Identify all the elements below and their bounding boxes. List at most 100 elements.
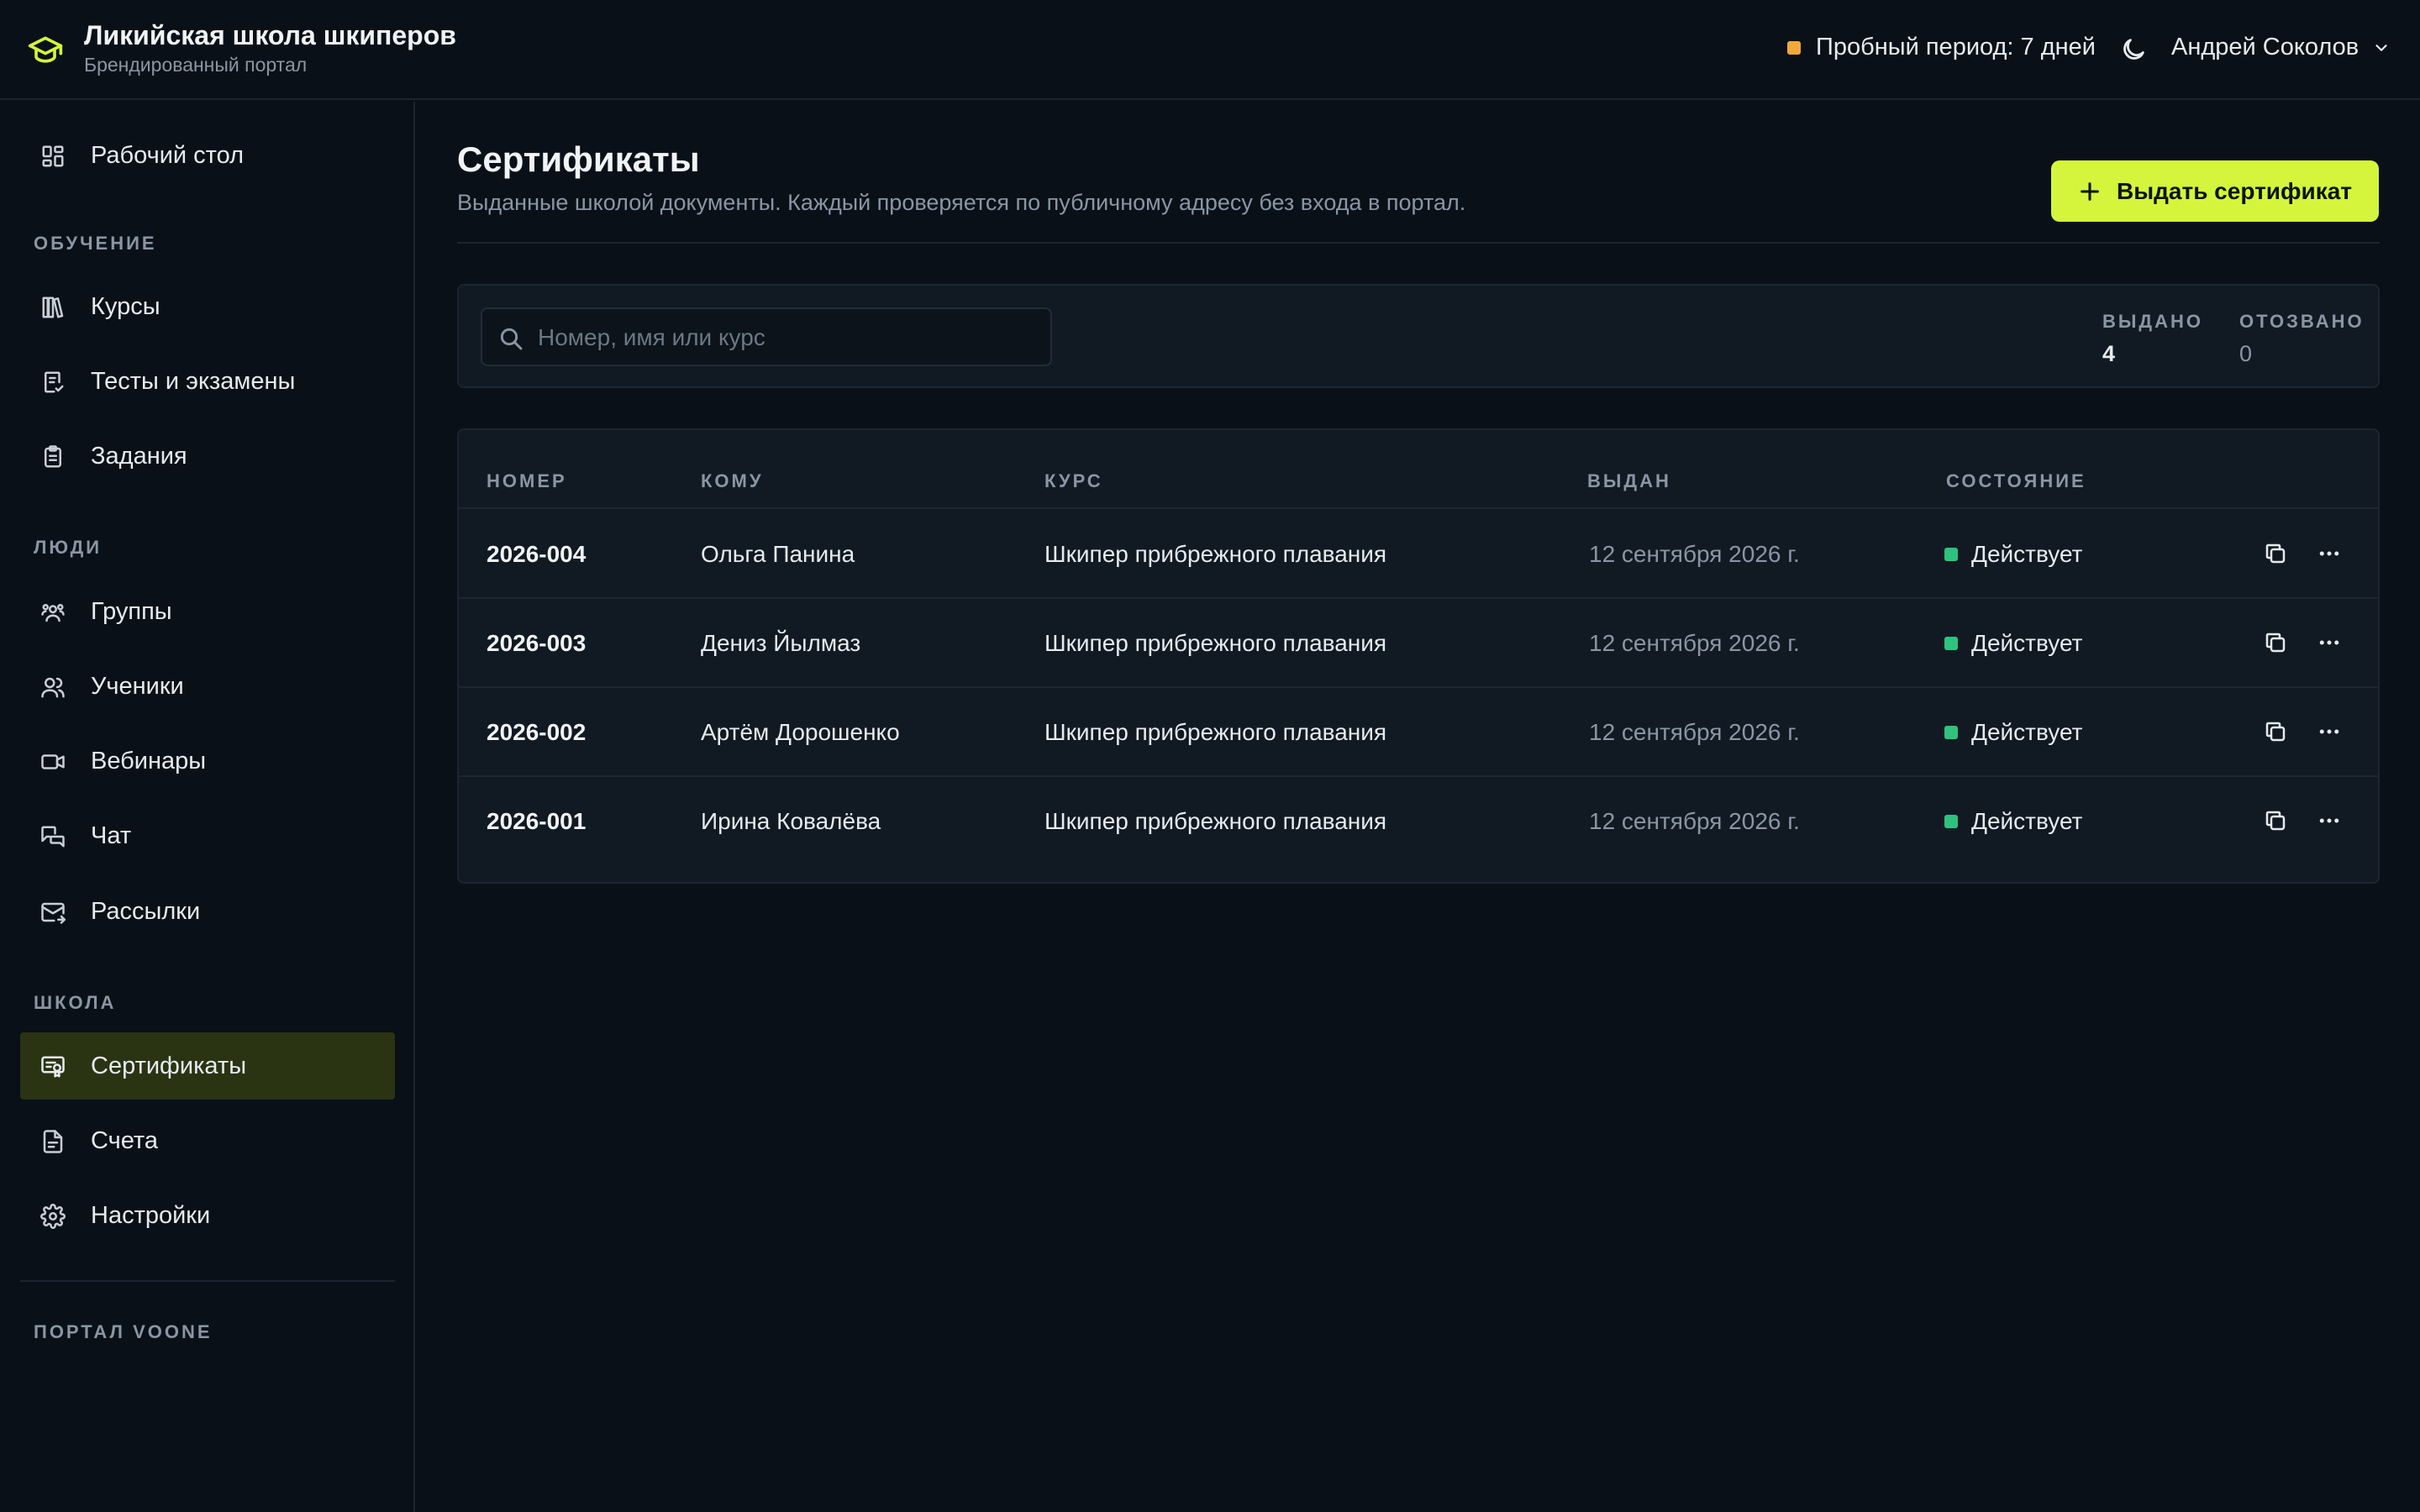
copy-link-button[interactable] — [2261, 539, 2290, 568]
certificates-table: НОМЕР КОМУ КУРС ВЫДАН СОСТОЯНИЕ 2026-004… — [457, 428, 2380, 884]
page-subtitle: Выданные школой документы. Каждый провер… — [457, 190, 1466, 215]
invoice-icon — [43, 1130, 63, 1153]
copy-link-button[interactable] — [2261, 717, 2290, 746]
column-header-state[interactable]: СОСТОЯНИЕ — [1946, 470, 2086, 492]
sidebar-item-label: Вебинары — [91, 748, 207, 774]
sidebar-item-label: Тесты и экзамены — [91, 368, 296, 395]
copy-icon — [2265, 811, 2286, 831]
user-menu[interactable]: Андрей Соколов — [2171, 34, 2391, 61]
sidebar-item-invoices[interactable]: Счета — [20, 1107, 395, 1174]
sidebar-divider — [20, 1280, 395, 1282]
sidebar: Рабочий стол ОБУЧЕНИЕ Курсы Тесты и экза… — [0, 102, 415, 1512]
recipient-name: Артём Дорошенко — [701, 719, 900, 745]
dashboard-icon — [42, 145, 64, 167]
recipient-name: Дениз Йылмаз — [701, 630, 861, 656]
filter-panel: ВЫДАНО 4 ОТОЗВАНО 0 — [457, 284, 2380, 388]
certificate-number: 2026-002 — [487, 719, 587, 745]
sidebar-item-certificates[interactable]: Сертификаты — [20, 1032, 395, 1100]
sidebar-item-students[interactable]: Ученики — [20, 653, 395, 720]
search-box[interactable] — [481, 307, 1052, 366]
trial-badge[interactable]: Пробный период: 7 дней — [1787, 34, 2096, 61]
moon-icon[interactable] — [2119, 35, 2148, 64]
section-people: ЛЮДИ — [34, 537, 103, 558]
clipboard-icon — [45, 445, 61, 468]
issued-label: ВЫДАНО — [2102, 311, 2203, 332]
row-menu-button[interactable] — [2315, 539, 2344, 568]
sidebar-item-mailings[interactable]: Рассылки — [20, 878, 395, 945]
row-menu-button[interactable] — [2315, 806, 2344, 835]
status-label: Действует — [1971, 541, 2083, 567]
table-row[interactable]: 2026-003 Дениз Йылмаз Шкипер прибрежного… — [459, 598, 2378, 687]
sidebar-item-chat[interactable]: Чат — [20, 802, 395, 869]
certificate-number: 2026-003 — [487, 630, 587, 656]
search-input[interactable] — [538, 319, 1034, 356]
column-header-recipient[interactable]: КОМУ — [701, 470, 764, 492]
sidebar-item-assignments[interactable]: Задания — [20, 423, 395, 490]
issue-date: 12 сентября 2026 г. — [1589, 630, 1800, 656]
status-dot — [1944, 815, 1958, 828]
section-portal: ПОРТАЛ VOONE — [34, 1321, 213, 1342]
portal-subtitle: Брендированный портал — [84, 54, 308, 76]
row-menu-button[interactable] — [2315, 717, 2344, 746]
issue-certificate-button[interactable]: Выдать сертификат — [2051, 160, 2379, 222]
sidebar-item-label: Настройки — [91, 1202, 211, 1229]
trial-label: Пробный период: 7 дней — [1816, 34, 2096, 60]
status-dot — [1944, 637, 1958, 650]
table-row[interactable]: 2026-002 Артём Дорошенко Шкипер прибрежн… — [459, 687, 2378, 776]
more-horizontal-icon — [2319, 640, 2339, 645]
column-header-issued[interactable]: ВЫДАН — [1587, 470, 1671, 492]
section-school: ШКОЛА — [34, 992, 117, 1013]
sidebar-item-label: Рабочий стол — [91, 142, 245, 169]
revoked-stat: ОТОЗВАНО 0 — [2239, 311, 2365, 367]
copy-link-button[interactable] — [2261, 628, 2290, 657]
section-learning: ОБУЧЕНИЕ — [34, 233, 157, 254]
issue-date: 12 сентября 2026 г. — [1589, 808, 1800, 834]
copy-icon — [2265, 722, 2286, 742]
course-name: Шкипер прибрежного плавания — [1044, 630, 1387, 656]
search-icon — [500, 328, 523, 350]
header-divider — [457, 242, 2380, 244]
plus-icon — [2081, 181, 2099, 201]
mail-send-icon — [41, 902, 66, 924]
status-label: Действует — [1971, 630, 2083, 656]
status-dot — [1944, 548, 1958, 561]
issue-date: 12 сентября 2026 г. — [1589, 541, 1800, 567]
sidebar-item-groups[interactable]: Группы — [20, 578, 395, 645]
sidebar-item-label: Чат — [91, 822, 132, 849]
recipient-name: Ольга Панина — [701, 541, 855, 567]
status-dot — [1944, 726, 1958, 739]
sidebar-item-tests[interactable]: Тесты и экзамены — [20, 348, 395, 415]
gear-icon — [40, 1204, 66, 1229]
table-row[interactable]: 2026-004 Ольга Панина Шкипер прибрежного… — [459, 509, 2378, 598]
group-icon — [41, 604, 65, 622]
status-label: Действует — [1971, 808, 2083, 834]
test-checklist-icon — [45, 371, 64, 393]
sidebar-item-webinars[interactable]: Вебинары — [20, 727, 395, 795]
chat-icon — [41, 826, 65, 848]
column-header-number[interactable]: НОМЕР — [487, 470, 567, 492]
status-badge: Действует — [1944, 719, 2082, 746]
more-horizontal-icon — [2319, 551, 2339, 556]
column-header-course[interactable]: КУРС — [1044, 470, 1103, 492]
sidebar-item-label: Курсы — [91, 293, 160, 320]
course-name: Шкипер прибрежного плавания — [1044, 808, 1387, 834]
more-horizontal-icon — [2319, 729, 2339, 734]
status-badge: Действует — [1944, 541, 2082, 568]
revoked-count: 0 — [2239, 341, 2253, 366]
school-name: Ликийская школа шкиперов — [84, 20, 456, 50]
sidebar-item-label: Сертификаты — [91, 1053, 247, 1079]
sidebar-item-label: Рассылки — [91, 898, 201, 925]
user-name: Андрей Соколов — [2171, 34, 2360, 60]
certificate-number: 2026-001 — [487, 808, 587, 834]
top-bar: Ликийская школа шкиперов Брендированный … — [0, 0, 2420, 100]
copy-link-button[interactable] — [2261, 806, 2290, 835]
sidebar-item-label: Группы — [91, 598, 172, 625]
row-menu-button[interactable] — [2315, 628, 2344, 657]
issue-date: 12 сентября 2026 г. — [1589, 719, 1800, 745]
sidebar-item-settings[interactable]: Настройки — [20, 1182, 395, 1249]
table-row[interactable]: 2026-001 Ирина Ковалёва Шкипер прибрежно… — [459, 776, 2378, 865]
sidebar-item-courses[interactable]: Курсы — [20, 273, 395, 340]
sidebar-item-dashboard[interactable]: Рабочий стол — [20, 122, 395, 189]
copy-icon — [2265, 633, 2286, 653]
page-title: Сертификаты — [457, 139, 700, 179]
